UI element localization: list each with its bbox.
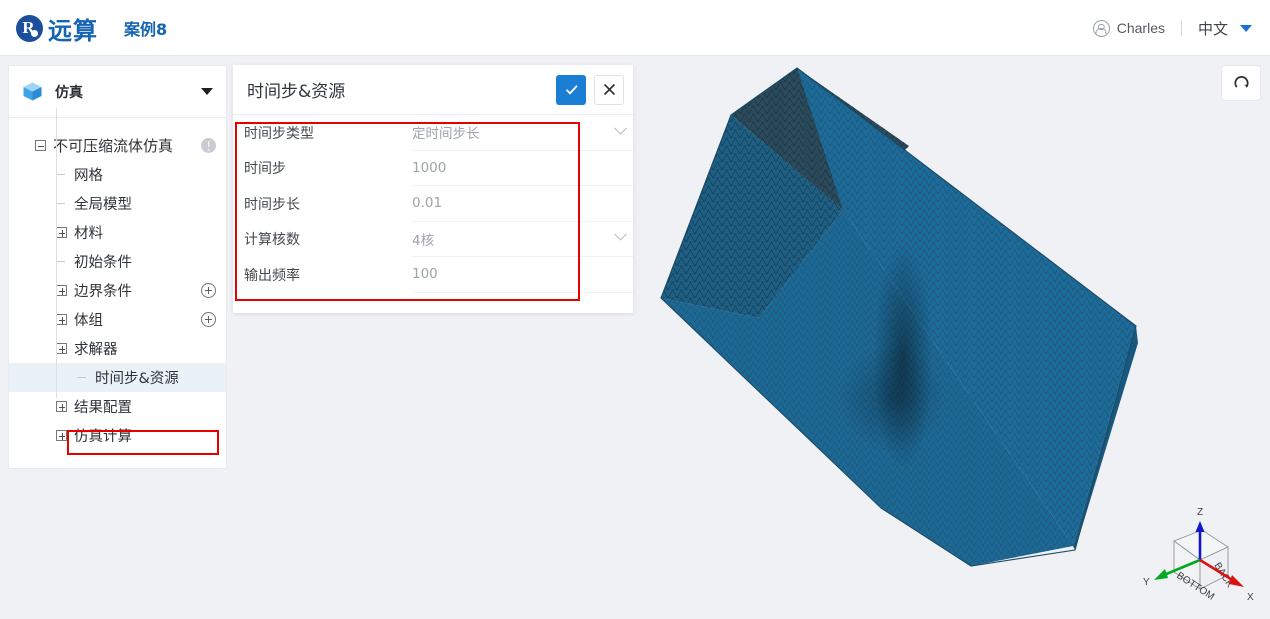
language-label[interactable]: 中文 (1198, 18, 1228, 39)
expand-icon[interactable] (56, 343, 67, 354)
cube-icon (22, 81, 43, 102)
field-input[interactable]: 100 (412, 257, 633, 293)
reset-view-icon (1233, 75, 1249, 87)
field-value: 100 (412, 266, 438, 283)
field-label: 时间步 (244, 161, 286, 178)
logo-dot (31, 29, 38, 37)
tree-item-label: 求解器 (74, 342, 118, 358)
reset-view-button[interactable] (1221, 65, 1261, 101)
tree-item-label: 初始条件 (74, 255, 132, 271)
gizmo-label-x: X (1247, 592, 1254, 603)
panel-actions (556, 74, 624, 105)
tree-branch-tick (77, 372, 88, 383)
tree-branch-tick (56, 169, 67, 180)
brand-name: 远算 (48, 16, 98, 45)
user-menu[interactable]: Charles (1092, 19, 1165, 37)
tree-item-2[interactable]: 全局模型 (9, 189, 226, 218)
top-bar-right: Charles 中文 (1092, 18, 1252, 39)
field-label: 时间步长 (244, 196, 300, 213)
brand-logo[interactable]: R 远算 (16, 11, 98, 46)
add-icon[interactable] (201, 283, 216, 298)
tree-item-label: 材料 (74, 226, 103, 242)
case-title: 案例8 (124, 20, 168, 39)
field-value: 定时间步长 (412, 126, 480, 143)
caret-down-icon[interactable] (201, 88, 213, 95)
tree-item-label: 网格 (74, 168, 103, 184)
panel-header: 时间步&资源 (233, 65, 633, 115)
sidebar-title: 仿真 (55, 84, 83, 101)
sidebar: 仿真 不可压缩流体仿真网格全局模型材料初始条件边界条件体组求解器时间步&资源结果… (8, 65, 227, 469)
simulation-tree: 不可压缩流体仿真网格全局模型材料初始条件边界条件体组求解器时间步&资源结果配置仿… (9, 108, 226, 450)
collapse-icon[interactable] (35, 140, 46, 151)
tree-branch-tick (56, 256, 67, 267)
logo-mark-icon: R (16, 14, 43, 42)
field-input[interactable]: 1000 (412, 151, 633, 186)
close-icon (603, 83, 615, 96)
tree-item-8[interactable]: 时间步&资源 (9, 363, 226, 392)
tree-guide-line (56, 108, 57, 398)
expand-icon[interactable] (56, 285, 67, 296)
tree-item-label: 结果配置 (74, 400, 132, 416)
tree-item-10[interactable]: 仿真计算 (9, 421, 226, 450)
user-circle-icon (1092, 19, 1110, 37)
tree-item-3[interactable]: 材料 (9, 218, 226, 247)
tree-item-label: 体组 (74, 313, 103, 329)
form-row-0: 时间步类型 定时间步长 (233, 115, 633, 151)
tree-item-label: 仿真计算 (74, 429, 132, 445)
tree-item-label: 边界条件 (74, 284, 132, 300)
axis-gizmo[interactable]: BACK BOTTOM Z Y X (1140, 503, 1260, 611)
field-input[interactable]: 0.01 (412, 186, 633, 222)
caret-down-icon[interactable] (1240, 24, 1252, 32)
field-label: 输出频率 (244, 267, 300, 284)
field-label: 计算核数 (244, 232, 300, 249)
gizmo-label-y: Y (1143, 577, 1150, 588)
tree-branch-tick (56, 198, 67, 209)
tree-item-label: 不可压缩流体仿真 (53, 137, 174, 155)
chevron-down-icon[interactable] (614, 228, 627, 241)
field-select[interactable]: 4核 (412, 222, 633, 257)
panel-form: 时间步类型 定时间步长时间步 1000 时间步长 0.01 计算核数 4核输出频率 100 (233, 115, 633, 293)
expand-icon[interactable] (56, 227, 67, 238)
model-viewport[interactable]: BACK BOTTOM Z Y X (641, 58, 1270, 619)
form-row-4: 输出频率 100 (233, 257, 633, 293)
expand-icon[interactable] (56, 314, 67, 325)
confirm-button[interactable] (556, 74, 586, 105)
top-bar-divider (0, 55, 1270, 56)
field-label: 时间步类型 (244, 125, 314, 142)
sidebar-header[interactable]: 仿真 (9, 66, 226, 118)
tree-item-label: 时间步&资源 (95, 371, 179, 387)
expand-icon[interactable] (56, 430, 67, 441)
field-value: 0.01 (412, 195, 443, 212)
tree-item-label: 全局模型 (74, 197, 132, 213)
tree-item-6[interactable]: 体组 (9, 305, 226, 334)
divider (1180, 20, 1182, 36)
field-select[interactable]: 定时间步长 (412, 115, 633, 151)
add-icon[interactable] (201, 312, 216, 327)
tree-item-9[interactable]: 结果配置 (9, 392, 226, 421)
field-value: 4核 (412, 232, 435, 249)
chevron-down-icon[interactable] (614, 121, 627, 135)
timestep-resource-panel: 时间步&资源 时间步类型 定时间步长时间步 1000 时间步长 0.01 计算核数 4核输出… (233, 65, 633, 313)
top-bar: R 远算 案例8 Charles 中文 (0, 0, 1270, 56)
tree-item-5[interactable]: 边界条件 (9, 276, 226, 305)
gizmo-label-z: Z (1197, 507, 1203, 518)
tree-item-1[interactable]: 网格 (9, 160, 226, 189)
field-value: 1000 (412, 159, 447, 176)
expand-icon[interactable] (56, 401, 67, 412)
form-row-3: 计算核数 4核 (233, 222, 633, 257)
tree-item-0[interactable]: 不可压缩流体仿真 (9, 131, 226, 160)
tree-item-4[interactable]: 初始条件 (9, 247, 226, 276)
user-name: Charles (1116, 20, 1165, 36)
form-row-2: 时间步长 0.01 (233, 186, 633, 222)
panel-title: 时间步&资源 (247, 82, 346, 102)
warning-icon[interactable] (201, 138, 216, 153)
form-row-1: 时间步 1000 (233, 151, 633, 186)
close-button[interactable] (594, 74, 624, 105)
tree-item-7[interactable]: 求解器 (9, 334, 226, 363)
